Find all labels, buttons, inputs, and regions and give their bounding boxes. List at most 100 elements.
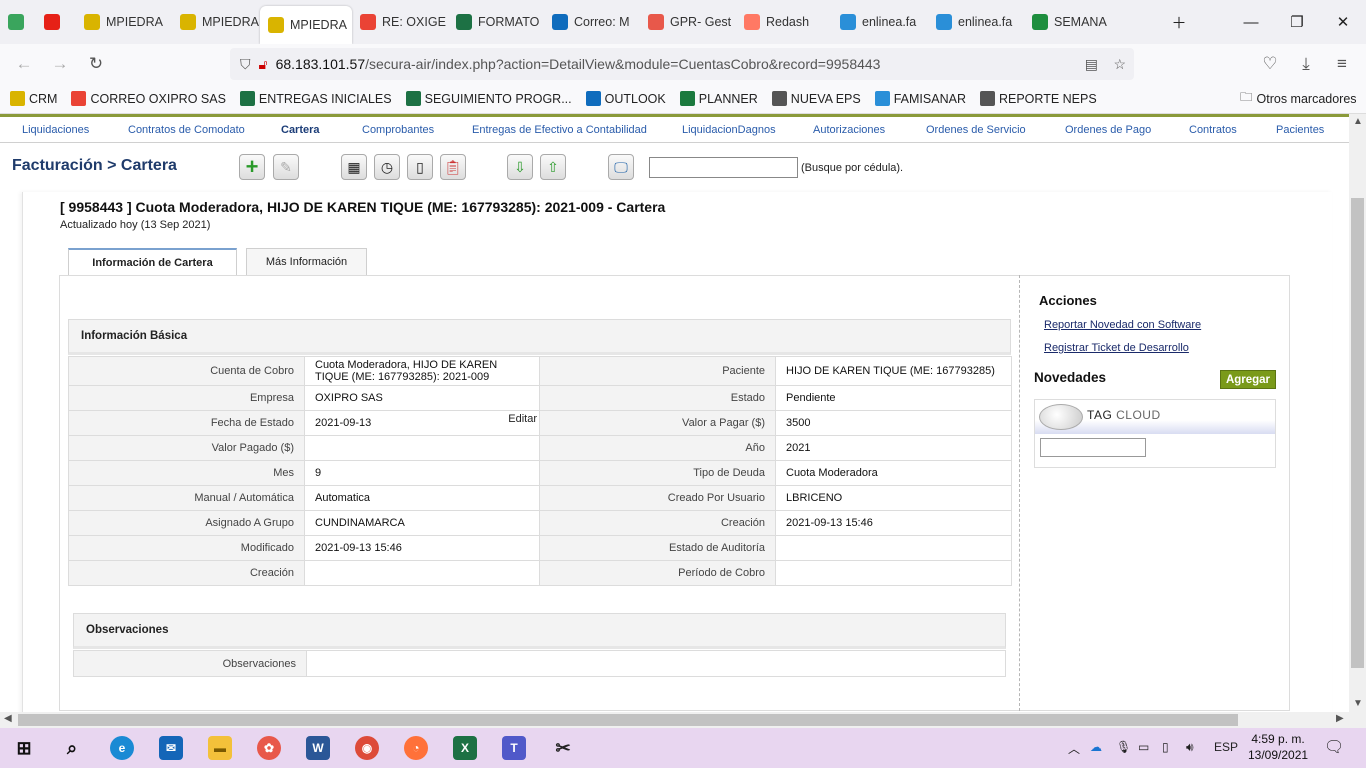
field-label: Estado de Auditoría — [539, 535, 776, 561]
bookmark-item[interactable]: OUTLOOK — [585, 91, 666, 106]
back-arrow-icon[interactable]: ← — [6, 48, 42, 80]
bookmark-item[interactable]: FAMISANAR — [874, 91, 966, 106]
cedula-search-input[interactable] — [649, 157, 798, 178]
notifications-icon[interactable]: 🗨︎ — [1324, 737, 1344, 757]
bookmark-item[interactable]: REPORTE NEPS — [979, 91, 1097, 106]
close-window-button[interactable]: ✕ — [1320, 0, 1366, 44]
module-tab[interactable]: Contratos de Comodato — [128, 124, 245, 136]
tray-chevron-icon[interactable]: ︿ — [1068, 740, 1080, 757]
horizontal-scroll-thumb[interactable] — [18, 714, 1238, 726]
scroll-left-icon[interactable]: ◀ — [4, 713, 12, 724]
mail-icon[interactable]: ✉ — [159, 736, 183, 760]
bookmark-item[interactable]: PLANNER — [679, 91, 758, 106]
paint-icon[interactable]: ✿ — [257, 736, 281, 760]
field-label: Estado — [539, 385, 776, 411]
other-bookmarks[interactable]: 🗀︎ Otros marcadores — [1240, 88, 1357, 109]
bookmark-item[interactable]: CRM — [10, 91, 57, 106]
edit-icon[interactable]: ✎ — [273, 154, 299, 180]
microphone-icon[interactable]: 🎙︎ — [1116, 740, 1131, 754]
teams-icon[interactable]: T — [502, 736, 526, 760]
bookmark-item[interactable]: SEGUIMIENTO PROGR... — [405, 91, 572, 106]
minimize-button[interactable]: — — [1228, 0, 1274, 44]
editar-link[interactable]: Editar — [508, 413, 537, 425]
browser-tab[interactable] — [0, 4, 36, 40]
bookmark-star-icon[interactable]: ☆ — [1113, 56, 1126, 73]
scroll-down-icon[interactable]: ▼ — [1353, 698, 1363, 709]
tab-mas-informacion[interactable]: Más Información — [246, 248, 367, 275]
browser-tab[interactable]: enlinea.fa — [832, 4, 928, 40]
bookmark-label: FAMISANAR — [893, 91, 966, 106]
menu-icon[interactable]: ≡ — [1324, 48, 1360, 80]
clock-time: 4:59 p. m. — [1251, 732, 1305, 746]
browser-tab[interactable] — [36, 4, 76, 40]
new-tab-button[interactable]: ＋ — [1156, 0, 1202, 44]
module-tab[interactable]: LiquidacionDagnos — [682, 124, 776, 136]
registrar-ticket-link[interactable]: Registrar Ticket de Desarrollo — [1044, 342, 1189, 354]
browser-tab[interactable]: enlinea.fa — [928, 4, 1024, 40]
scroll-up-icon[interactable]: ▲ — [1353, 116, 1363, 127]
reload-icon[interactable]: ↻ — [78, 48, 114, 80]
clipboard-icon[interactable]: 📋︎ — [440, 154, 466, 180]
browser-tab[interactable]: MPIEDRA — [172, 4, 260, 40]
horizontal-scrollbar[interactable]: ◀ ▶ — [0, 712, 1366, 728]
module-tab[interactable]: Ordenes de Pago — [1065, 124, 1151, 136]
restore-button[interactable]: ❐ — [1274, 0, 1320, 44]
firefox-icon[interactable]: ◔ — [404, 736, 428, 760]
browser-toolbar: ← → ↻ ⛉ 🔓︎ 68.183.101.57 /secura-air/ind… — [0, 44, 1366, 84]
reader-view-icon[interactable]: ▤ — [1085, 56, 1098, 73]
browser-tab[interactable]: GPR- Gest — [640, 4, 736, 40]
module-tab[interactable]: Entregas de Efectivo a Contabilidad — [472, 124, 647, 136]
volume-icon[interactable]: 🔊︎ — [1186, 740, 1194, 755]
browser-tab[interactable]: RE: OXIGE — [352, 4, 448, 40]
module-tab[interactable]: Cartera — [281, 124, 320, 136]
clock-icon[interactable]: ◷ — [374, 154, 400, 180]
scroll-right-icon[interactable]: ▶ — [1336, 713, 1344, 724]
browser-tab[interactable]: MPIEDRA✕ — [260, 6, 352, 44]
bookmark-item[interactable]: NUEVA EPS — [771, 91, 861, 106]
module-tab[interactable]: Liquidaciones — [22, 124, 89, 136]
reportar-novedad-link[interactable]: Reportar Novedad con Software — [1044, 319, 1201, 331]
browser-tab[interactable]: SEMANA — [1024, 4, 1120, 40]
onedrive-icon[interactable]: ☁ — [1090, 740, 1102, 754]
bookmark-item[interactable]: ENTREGAS INICIALES — [239, 91, 392, 106]
browser-tab[interactable]: FORMATO — [448, 4, 544, 40]
export-icon[interactable]: ⇧ — [540, 154, 566, 180]
address-bar[interactable]: ⛉ 🔓︎ 68.183.101.57 /secura-air/index.php… — [230, 48, 1134, 80]
calendar-icon[interactable]: ▦ — [341, 154, 367, 180]
browser-tab[interactable]: MPIEDRA — [76, 4, 172, 40]
word-icon[interactable]: W — [306, 736, 330, 760]
bookmark-item[interactable]: CORREO OXIPRO SAS — [71, 91, 226, 106]
system-clock[interactable]: 4:59 p. m. 13/09/2021 — [1248, 731, 1308, 763]
vertical-scrollbar[interactable]: ▲ ▼ — [1349, 114, 1366, 712]
forward-arrow-icon[interactable]: → — [42, 48, 78, 80]
tag-input[interactable] — [1040, 438, 1146, 457]
module-tab[interactable]: Ordenes de Servicio — [926, 124, 1026, 136]
windows-start-icon[interactable]: ⊞ — [12, 736, 36, 760]
download-icon[interactable]: ⤓ — [1288, 48, 1324, 80]
agregar-button[interactable]: Agregar — [1220, 370, 1276, 389]
pocket-icon[interactable]: ♡ — [1252, 48, 1288, 80]
browser-tab[interactable]: Correo: M — [544, 4, 640, 40]
add-icon[interactable]: + — [239, 154, 265, 180]
snipping-tool-icon[interactable]: ✂ — [551, 736, 575, 760]
import-icon[interactable]: ⇩ — [507, 154, 533, 180]
file-explorer-icon[interactable]: ▬ — [208, 736, 232, 760]
module-tab[interactable]: Pacientes — [1276, 124, 1324, 136]
novedades-heading: Novedades — [1034, 370, 1107, 385]
table-row: Creación Período de Cobro — [68, 560, 1012, 586]
edge-icon[interactable]: e — [110, 736, 134, 760]
vertical-scroll-thumb[interactable] — [1351, 198, 1364, 668]
language-indicator[interactable]: ESP — [1214, 740, 1238, 754]
tab-informacion-cartera[interactable]: Información de Cartera — [68, 248, 237, 276]
module-tab[interactable]: Comprobantes — [362, 124, 434, 136]
browser-tab[interactable]: Redash — [736, 4, 832, 40]
battery-icon[interactable]: ▯ — [1162, 740, 1169, 754]
module-tab[interactable]: Contratos — [1189, 124, 1237, 136]
chrome-icon[interactable]: ◉ — [355, 736, 379, 760]
monitor-icon[interactable]: 🖵︎ — [608, 154, 634, 180]
network-icon[interactable]: ▭ — [1138, 740, 1149, 754]
excel-icon[interactable]: X — [453, 736, 477, 760]
search-icon[interactable]: ⌕ — [60, 736, 84, 760]
module-tab[interactable]: Autorizaciones — [813, 124, 885, 136]
device-icon[interactable]: ▯ — [407, 154, 433, 180]
